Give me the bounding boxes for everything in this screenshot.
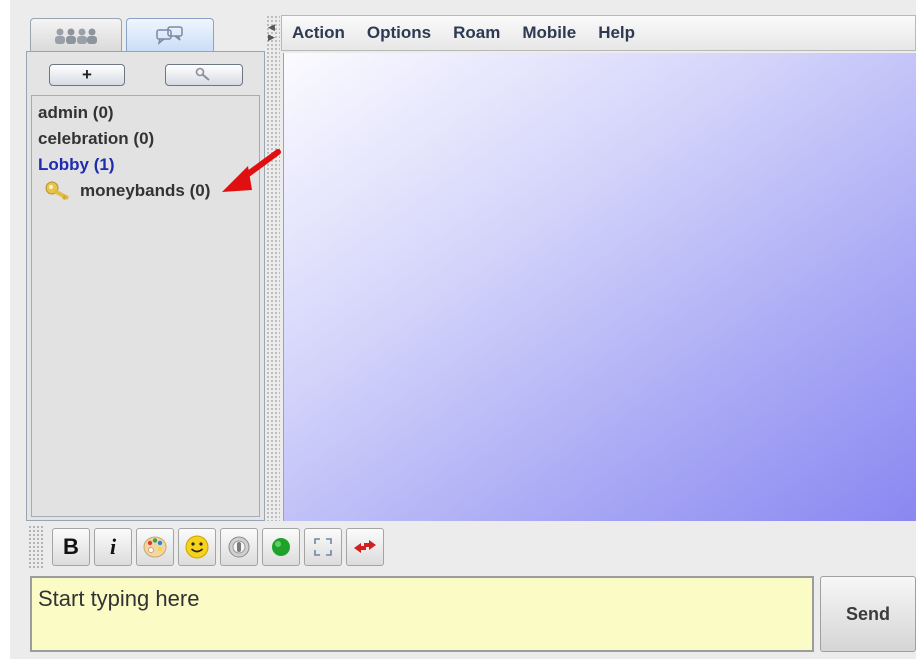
status-green-icon bbox=[272, 538, 290, 556]
emoticon-button[interactable] bbox=[178, 528, 216, 566]
users-tab[interactable] bbox=[30, 18, 122, 52]
menu-action[interactable]: Action bbox=[292, 23, 345, 43]
room-panel: + admin (0) celebration (0) Lobby (1) mo… bbox=[26, 51, 265, 521]
toolbar-grip[interactable] bbox=[28, 525, 44, 569]
menu-options[interactable]: Options bbox=[367, 23, 431, 43]
add-room-button[interactable]: + bbox=[49, 64, 125, 86]
room-item-admin[interactable]: admin (0) bbox=[38, 100, 253, 126]
collapse-arrows-icon[interactable]: ◀ ▶ bbox=[268, 22, 278, 42]
bold-icon: B bbox=[63, 534, 79, 559]
room-item-label: moneybands (0) bbox=[80, 181, 211, 200]
swap-arrows-icon bbox=[354, 540, 376, 553]
menu-help[interactable]: Help bbox=[598, 23, 635, 43]
fullscreen-button[interactable] bbox=[304, 528, 342, 566]
key-icon bbox=[45, 181, 69, 200]
bold-button[interactable]: B bbox=[52, 528, 90, 566]
format-toolbar: B i bbox=[28, 521, 916, 573]
menu-roam[interactable]: Roam bbox=[453, 23, 500, 43]
red-arrow-annotation bbox=[222, 149, 281, 192]
italic-button[interactable]: i bbox=[94, 528, 132, 566]
chat-display-area[interactable] bbox=[283, 53, 916, 521]
magnifier-icon bbox=[195, 67, 210, 81]
rooms-tab[interactable] bbox=[126, 18, 214, 52]
sound-button[interactable] bbox=[220, 528, 258, 566]
search-room-button[interactable] bbox=[165, 64, 243, 86]
send-button[interactable]: Send bbox=[820, 576, 916, 652]
window-edge bbox=[0, 0, 10, 659]
palette-icon bbox=[143, 536, 167, 558]
people-icon bbox=[55, 28, 97, 44]
smiley-icon bbox=[185, 535, 209, 559]
swap-button[interactable] bbox=[346, 528, 384, 566]
room-panel-toolbar: + bbox=[27, 52, 264, 94]
chat-bubbles-icon bbox=[156, 25, 183, 45]
menu-mobile[interactable]: Mobile bbox=[522, 23, 576, 43]
split-divider[interactable] bbox=[266, 15, 280, 521]
chat-app-window: + admin (0) celebration (0) Lobby (1) mo… bbox=[0, 0, 916, 659]
status-button[interactable] bbox=[262, 528, 300, 566]
sound-icon bbox=[228, 536, 250, 558]
message-input[interactable]: Start typing here bbox=[30, 576, 814, 652]
italic-icon: i bbox=[109, 534, 117, 559]
color-button[interactable] bbox=[136, 528, 174, 566]
fullscreen-icon bbox=[314, 538, 332, 556]
menu-bar: Action Options Roam Mobile Help bbox=[281, 15, 916, 51]
